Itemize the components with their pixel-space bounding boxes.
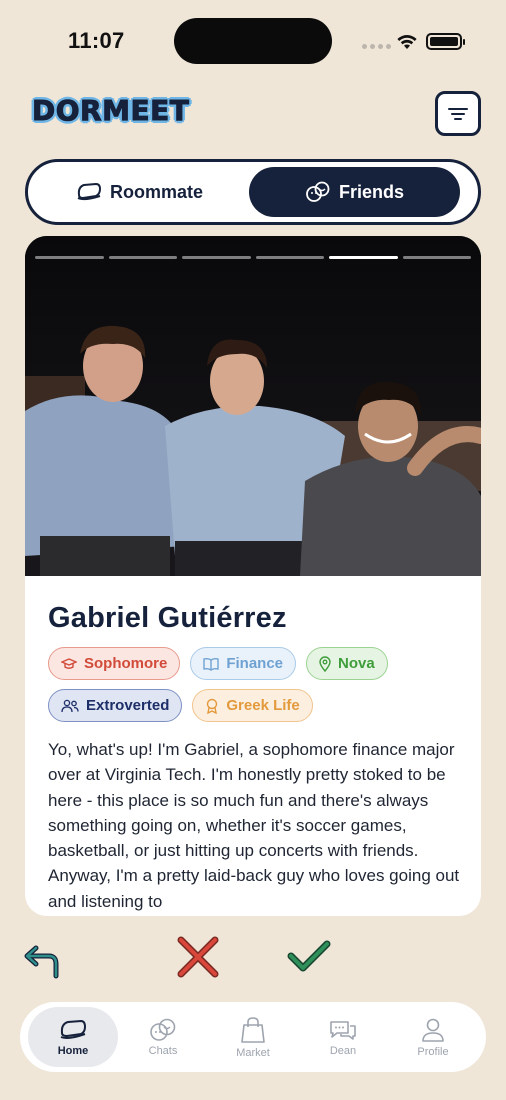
tab-roommate[interactable]: Roommate (34, 167, 245, 217)
tab-chats-label: Chats (148, 1044, 178, 1057)
tag-personality: Extroverted (48, 689, 183, 722)
reject-button[interactable] (176, 935, 220, 979)
tag-greek-life: Greek Life (192, 689, 313, 722)
award-icon (207, 698, 218, 714)
shopping-bag-icon (241, 1016, 265, 1043)
cellular-signal-icon (362, 44, 391, 49)
tab-friends-label: Friends (338, 181, 404, 202)
photo-progress-segment (108, 256, 177, 259)
profile-tags: Sophomore Finance Nova Extroverted Greek… (48, 647, 468, 722)
filter-menu-icon (448, 107, 468, 120)
book-icon (203, 657, 220, 671)
tab-market[interactable]: Market (208, 1007, 298, 1067)
tag-location: Nova (306, 647, 388, 680)
like-button[interactable] (287, 938, 331, 974)
dynamic-island (174, 18, 332, 64)
tag-label: Greek Life (226, 697, 300, 714)
profile-name: Gabriel Gutiérrez (48, 602, 287, 634)
group-photo-image (25, 236, 481, 576)
undo-button[interactable] (23, 944, 63, 980)
photo-progress-segment (329, 256, 398, 259)
chat-bubbles-icon (150, 1018, 176, 1041)
status-bar: 11:07 (0, 0, 506, 80)
profile-photo[interactable] (25, 236, 481, 576)
tag-label: Extroverted (86, 697, 170, 714)
photo-progress-indicator (35, 256, 471, 259)
photo-progress-segment (402, 256, 471, 259)
tab-roommate-label: Roommate (109, 181, 203, 202)
dean-chat-icon (330, 1020, 356, 1040)
bottom-tab-bar: Home Chats Market Dean Profile (20, 1002, 486, 1072)
tag-label: Finance (226, 655, 284, 672)
photo-progress-segment (35, 256, 104, 259)
location-pin-icon (319, 655, 331, 672)
checkmark-icon (287, 940, 331, 972)
people-icon (61, 699, 79, 712)
x-icon (177, 936, 219, 978)
app-logo: DORMEET (31, 94, 190, 128)
profile-bio: Yo, what's up! I'm Gabriel, a sophomore … (48, 740, 460, 911)
pillow-icon (60, 1019, 87, 1039)
tab-home-label: Home (57, 1044, 89, 1057)
wifi-icon (397, 35, 417, 49)
battery-icon (426, 33, 465, 50)
tab-dean-label: Dean (329, 1044, 357, 1057)
tab-profile[interactable]: Profile (388, 1007, 478, 1067)
pillow-icon (77, 182, 101, 201)
mode-toggle: Roommate Friends (25, 159, 481, 225)
graduation-cap-icon (61, 657, 77, 669)
tag-label: Nova (338, 655, 375, 672)
tag-finance: Finance (190, 647, 297, 680)
friends-icon (306, 181, 330, 202)
tab-chats[interactable]: Chats (118, 1007, 208, 1067)
undo-arrow-icon (24, 945, 59, 979)
photo-progress-segment (182, 256, 251, 259)
profile-card[interactable]: Gabriel Gutiérrez Sophomore Finance Nova (25, 236, 481, 916)
photo-progress-segment (255, 256, 324, 259)
user-icon (422, 1018, 444, 1042)
tab-dean[interactable]: Dean (298, 1007, 388, 1067)
tab-market-label: Market (236, 1046, 270, 1059)
tag-sophomore: Sophomore (48, 647, 181, 680)
status-time: 11:07 (68, 28, 125, 53)
tab-profile-label: Profile (417, 1045, 449, 1058)
tab-home[interactable]: Home (28, 1007, 118, 1067)
tab-friends[interactable]: Friends (249, 167, 460, 217)
tag-label: Sophomore (84, 655, 168, 672)
filter-menu-button[interactable] (435, 91, 481, 136)
